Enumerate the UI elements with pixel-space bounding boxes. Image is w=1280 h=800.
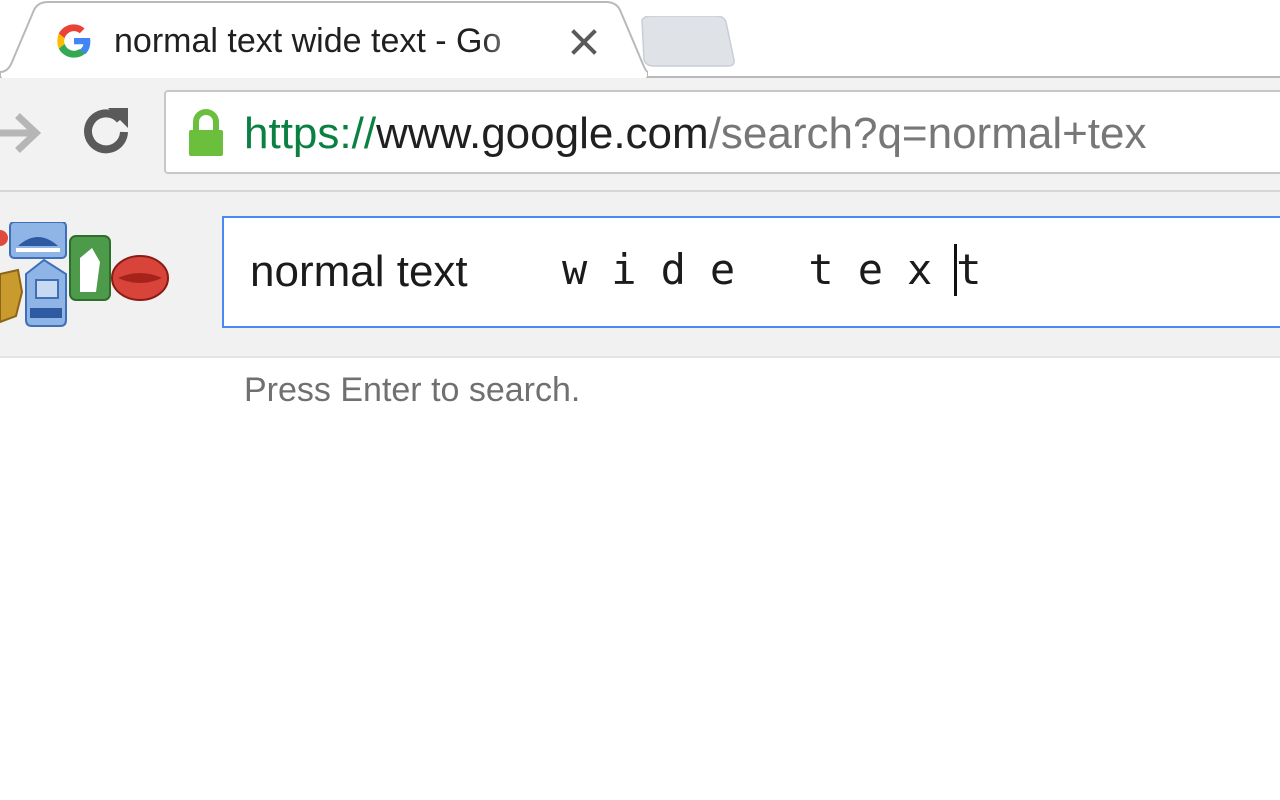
forward-arrow-icon[interactable] [0, 108, 44, 158]
google-g-icon [57, 24, 91, 58]
tab-strip: normal text wide text - Go [0, 0, 1280, 78]
url-text: https://www.google.com/search?q=normal+t… [244, 106, 1147, 162]
new-tab-button[interactable] [636, 16, 736, 68]
address-bar[interactable]: https://www.google.com/search?q=normal+t… [164, 90, 1280, 174]
search-input[interactable]: normal text wide text [222, 216, 1280, 328]
url-scheme: https:// [244, 109, 377, 158]
reload-icon[interactable] [78, 102, 134, 158]
active-tab[interactable]: normal text wide text - Go [0, 0, 648, 78]
page-content: normal text wide text Press Enter to sea… [0, 192, 1280, 800]
close-icon[interactable] [566, 24, 602, 60]
tab-title: normal text wide text - Go [114, 22, 502, 60]
lock-icon [189, 109, 223, 156]
query-normal-text: normal text [250, 247, 468, 296]
search-header: normal text wide text [0, 192, 1280, 358]
query-wide-text: wide text [562, 245, 1006, 294]
doodle-logo-icon[interactable] [0, 222, 172, 334]
search-hint: Press Enter to search. [244, 371, 581, 409]
toolbar: https://www.google.com/search?q=normal+t… [0, 78, 1280, 192]
url-host: www.google.com [376, 109, 709, 158]
url-path: /search?q=normal+tex [708, 109, 1147, 158]
text-caret [954, 244, 957, 296]
